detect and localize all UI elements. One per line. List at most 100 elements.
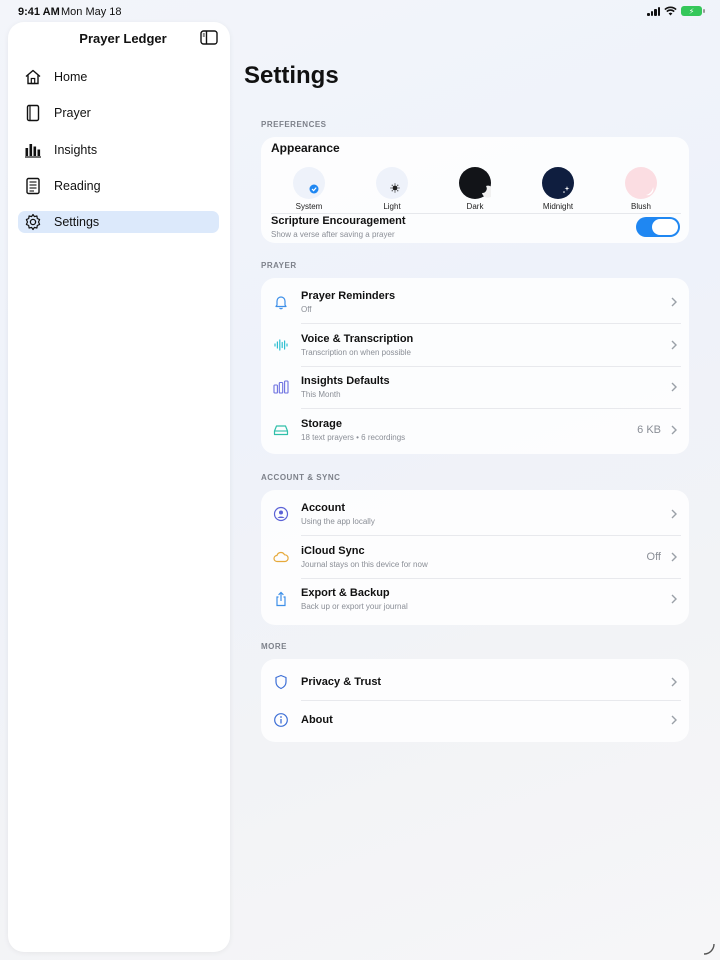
row-subtitle: Back up or export your journal <box>301 602 408 611</box>
moon-icon <box>482 185 491 198</box>
row-about[interactable]: About <box>261 699 689 741</box>
page-title: Settings <box>244 62 339 89</box>
theme-option-blush[interactable]: Blush <box>613 167 669 211</box>
theme-option-dark[interactable]: Dark <box>447 167 503 211</box>
theme-swatch <box>542 167 574 199</box>
row-title: Storage <box>301 418 342 430</box>
stars-icon <box>563 186 570 193</box>
drive-icon <box>273 425 289 436</box>
theme-label: Midnight <box>542 202 574 211</box>
sidebar-item-settings[interactable]: Settings <box>18 211 219 234</box>
section-label-prayer: PRAYER <box>261 261 297 270</box>
row-account[interactable]: Account Using the app locally <box>261 493 689 535</box>
prayer-card: Prayer Reminders Off Voice & Transcripti… <box>261 278 689 454</box>
theme-label: Blush <box>630 202 651 211</box>
bar-chart-icon <box>24 141 42 159</box>
heart-icon <box>646 187 654 196</box>
bell-icon <box>275 296 287 310</box>
row-subtitle: Using the app locally <box>301 517 375 526</box>
chevron-right-icon <box>671 715 677 725</box>
checkmark-icon <box>309 184 319 194</box>
sidebar-nav: Home Prayer Insights Reading Settings <box>18 66 219 247</box>
sidebar-toggle-icon[interactable] <box>200 30 218 45</box>
cloud-icon <box>273 551 289 563</box>
row-prayer-reminders[interactable]: Prayer Reminders Off <box>261 281 689 323</box>
sun-icon <box>390 183 400 193</box>
row-title: Insights Defaults <box>301 375 390 387</box>
wifi-icon <box>664 6 677 16</box>
storage-value: 6 KB <box>637 424 661 436</box>
row-title: iCloud Sync <box>301 545 365 557</box>
chevron-right-icon <box>671 382 677 392</box>
row-subtitle: This Month <box>301 390 341 399</box>
row-title: Privacy & Trust <box>301 676 382 688</box>
status-date: Mon May 18 <box>61 6 122 18</box>
row-title: About <box>301 714 333 726</box>
chevron-right-icon <box>671 340 677 350</box>
battery-icon: ⚡ <box>681 6 705 16</box>
row-privacy-trust[interactable]: Privacy & Trust <box>261 661 689 703</box>
section-label-account-sync: ACCOUNT & SYNC <box>261 473 341 482</box>
theme-swatch <box>376 167 408 199</box>
preferences-card: Appearance System Light Dark Midnight Bl… <box>261 137 689 243</box>
section-label-more: MORE <box>261 642 287 651</box>
row-insights-defaults[interactable]: Insights Defaults This Month <box>261 366 689 408</box>
row-subtitle: Journal stays on this device for now <box>301 560 428 569</box>
row-voice-transcription[interactable]: Voice & Transcription Transcription on w… <box>261 324 689 366</box>
book-icon <box>24 104 42 122</box>
appearance-title: Appearance <box>271 141 340 155</box>
chevron-right-icon <box>671 552 677 562</box>
shield-icon <box>275 674 287 690</box>
row-subtitle: Transcription on when possible <box>301 348 411 357</box>
row-export-backup[interactable]: Export & Backup Back up or export your j… <box>261 578 689 620</box>
scripture-encouragement-title: Scripture Encouragement <box>271 215 406 227</box>
divider <box>271 213 681 214</box>
status-time: 9:41 AM <box>18 6 60 18</box>
document-icon <box>24 177 42 195</box>
row-subtitle: Off <box>301 305 312 314</box>
person-icon <box>273 506 289 522</box>
row-icloud-sync[interactable]: iCloud Sync Journal stays on this device… <box>261 536 689 578</box>
theme-label: Dark <box>466 202 484 211</box>
sidebar-item-label: Home <box>54 70 88 84</box>
scripture-encouragement-toggle[interactable] <box>636 217 680 237</box>
row-title: Export & Backup <box>301 587 390 599</box>
chevron-right-icon <box>671 297 677 307</box>
row-subtitle: 18 text prayers • 6 recordings <box>301 433 406 442</box>
resize-handle-icon[interactable] <box>702 942 716 956</box>
sidebar: Prayer Ledger Home Prayer Insights Readi… <box>8 22 230 952</box>
toggle-knob <box>652 219 678 235</box>
sidebar-item-home[interactable]: Home <box>18 66 219 88</box>
info-icon <box>274 713 288 727</box>
status-bar: 9:41 AM Mon May 18 ⚡ <box>0 0 720 24</box>
sidebar-item-label: Prayer <box>54 106 91 121</box>
row-title: Prayer Reminders <box>301 290 396 302</box>
gear-icon <box>24 213 42 231</box>
theme-label: Light <box>383 202 401 211</box>
account-sync-card: Account Using the app locally iCloud Syn… <box>261 490 689 625</box>
sidebar-item-label: Reading <box>54 178 101 193</box>
icloud-sync-value: Off <box>646 551 661 563</box>
theme-label: System <box>295 202 323 211</box>
waveform-icon <box>274 339 288 351</box>
chevron-right-icon <box>671 594 677 604</box>
sidebar-item-insights[interactable]: Insights <box>18 139 219 161</box>
row-storage[interactable]: Storage 18 text prayers • 6 recordings 6… <box>261 409 689 451</box>
theme-swatch <box>293 167 325 199</box>
theme-option-midnight[interactable]: Midnight <box>530 167 586 211</box>
more-card: Privacy & Trust About <box>261 659 689 742</box>
chart-icon <box>273 380 289 394</box>
scripture-encouragement-subtitle: Show a verse after saving a prayer <box>271 230 395 239</box>
sidebar-item-prayer[interactable]: Prayer <box>18 102 219 124</box>
theme-option-system[interactable]: System <box>281 167 337 211</box>
theme-swatch <box>625 167 657 199</box>
row-title: Account <box>301 502 345 514</box>
chevron-right-icon <box>671 677 677 687</box>
share-icon <box>276 591 286 607</box>
theme-option-light[interactable]: Light <box>364 167 420 211</box>
status-icons: ⚡ <box>647 6 705 16</box>
sidebar-item-label: Settings <box>54 215 100 230</box>
sidebar-item-label: Insights <box>54 142 98 157</box>
house-icon <box>24 68 42 86</box>
sidebar-item-reading[interactable]: Reading <box>18 175 219 197</box>
